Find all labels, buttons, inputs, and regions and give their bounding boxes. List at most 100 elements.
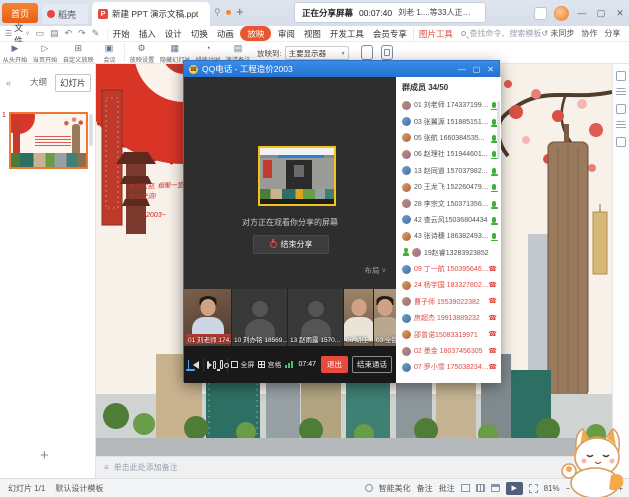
member-row[interactable]: 43 张诗穗 1863824938... bbox=[396, 228, 501, 244]
camera-icon[interactable] bbox=[207, 361, 209, 369]
member-scrollbar[interactable] bbox=[497, 101, 500, 159]
layout-dropdown[interactable]: 布局 ˅ bbox=[365, 265, 386, 276]
document-tab[interactable]: P 新建 PPT 演示文稿.ppt bbox=[92, 2, 210, 26]
member-row[interactable]: 01 刘老师 1743371999... bbox=[396, 97, 501, 113]
help-pane-icon[interactable] bbox=[616, 137, 626, 147]
member-row[interactable]: 07 罗小雪 1750382346...☎ bbox=[396, 359, 501, 375]
sync-status[interactable]: ↺ 未同步 bbox=[541, 28, 574, 39]
member-row[interactable]: 13 赵同道 157037982... bbox=[396, 163, 501, 179]
new-tab-button[interactable]: + bbox=[236, 4, 244, 19]
notes-toggle[interactable]: 备注 bbox=[417, 483, 433, 494]
undo-icon[interactable]: ↶ bbox=[65, 28, 73, 39]
tab-member[interactable]: 会员专享 bbox=[368, 27, 411, 41]
docer-tab[interactable]: 稻壳 bbox=[42, 4, 88, 24]
member-row[interactable]: 24 杨宇国 1833278023...☎ bbox=[396, 277, 501, 293]
qq-maximize-button[interactable]: ▢ bbox=[473, 65, 481, 74]
tab-devtools[interactable]: 开发工具 bbox=[325, 27, 368, 41]
tab-picture-tools[interactable]: 图片工具 bbox=[413, 27, 457, 41]
minimize-button[interactable]: — bbox=[576, 8, 588, 18]
member-row[interactable]: 06 赵理社 151944601... bbox=[396, 146, 501, 162]
tab-design[interactable]: 设计 bbox=[160, 27, 186, 41]
screen-share-icon[interactable] bbox=[213, 361, 216, 369]
qq-minimize-button[interactable]: — bbox=[458, 65, 466, 74]
design-pane-icon[interactable] bbox=[616, 104, 626, 114]
member-row[interactable]: 42 查云风15036804434 bbox=[396, 212, 501, 228]
zoom-slider[interactable] bbox=[576, 488, 612, 489]
member-row[interactable]: 28 李宗文 1503713567... bbox=[396, 195, 501, 211]
phone-remote-button[interactable] bbox=[361, 45, 373, 60]
whiteboard-icon[interactable] bbox=[220, 360, 223, 369]
redo-icon[interactable]: ↷ bbox=[78, 28, 86, 39]
command-search[interactable]: 查找命令、搜索模板 bbox=[461, 28, 541, 39]
stop-share-button[interactable]: 结束分享 bbox=[253, 235, 329, 254]
tab-animation[interactable]: 动画 bbox=[212, 27, 238, 41]
member-row[interactable]: 20 王龙飞 1522604791... bbox=[396, 179, 501, 195]
member-row[interactable]: 05 张航 1660384535... bbox=[396, 130, 501, 146]
maximize-button[interactable]: ▢ bbox=[595, 8, 607, 19]
fullscreen-button[interactable]: 全屏 bbox=[231, 360, 254, 370]
user-avatar[interactable] bbox=[554, 6, 569, 21]
comments-toggle[interactable]: 批注 bbox=[439, 483, 455, 494]
tab-insert[interactable]: 插入 bbox=[134, 27, 160, 41]
speech-record-button[interactable] bbox=[381, 45, 393, 60]
video-tile[interactable]: 06 胡佳... bbox=[343, 289, 373, 346]
video-tile[interactable]: 10 刘办铭 18569... bbox=[231, 289, 287, 346]
animation-pane-icon[interactable] bbox=[616, 88, 626, 97]
beautify-label[interactable]: 智能美化 bbox=[379, 483, 411, 494]
play-slideshow-button[interactable]: ▶ bbox=[506, 482, 523, 495]
member-row[interactable]: 房超杰 19913889232☎ bbox=[396, 310, 501, 326]
fit-page-icon[interactable] bbox=[529, 484, 538, 493]
slide-thumbnail[interactable] bbox=[9, 112, 88, 169]
qq-titlebar[interactable]: ☎ QQ电话 - 工程造价2003 — ▢ ✕ bbox=[184, 61, 499, 77]
member-row[interactable]: 02 墨金 18037456305☎ bbox=[396, 343, 501, 359]
save-icon[interactable]: ▭ bbox=[36, 28, 45, 39]
speaker-icon[interactable] bbox=[193, 361, 199, 369]
tab-transition[interactable]: 切换 bbox=[186, 27, 212, 41]
add-slide-button[interactable]: + bbox=[40, 447, 49, 464]
pin-icon[interactable]: ⚲ bbox=[214, 7, 221, 18]
zoom-in-button[interactable]: + bbox=[618, 484, 623, 493]
collab-button[interactable]: 协作 bbox=[581, 28, 597, 39]
skin-icon[interactable] bbox=[534, 7, 547, 20]
properties-icon[interactable] bbox=[616, 71, 626, 81]
screen-share-banner[interactable]: 正在分享屏幕 00:07:40 刘老 1....等33人正在观看 bbox=[294, 2, 486, 23]
exit-button[interactable]: 退出 bbox=[321, 356, 348, 373]
play-from-current-button[interactable]: ▷当页开始 bbox=[30, 42, 60, 64]
end-call-button[interactable]: 结束通话 bbox=[352, 356, 392, 373]
print-icon[interactable]: ▤ bbox=[50, 28, 59, 39]
tab-slideshow[interactable]: 放映 bbox=[240, 26, 271, 41]
member-row[interactable]: 曹子师 15539022382☎ bbox=[396, 294, 501, 310]
show-settings-button[interactable]: ⚙放映设置 bbox=[127, 42, 157, 64]
slides-tab[interactable]: 幻灯片 bbox=[55, 74, 91, 92]
qq-call-window[interactable]: ☎ QQ电话 - 工程造价2003 — ▢ ✕ 对方正在观看你分享的屏幕 结束 bbox=[183, 60, 500, 382]
custom-show-button[interactable]: ⊞自定义放映 bbox=[60, 42, 97, 64]
normal-view-icon[interactable] bbox=[461, 484, 470, 492]
member-row[interactable]: 03 张翼源 1518851512... bbox=[396, 113, 501, 129]
outline-tab[interactable]: 大纲 bbox=[26, 74, 51, 92]
template-name[interactable]: 默认设计模板 bbox=[55, 483, 103, 494]
reading-view-icon[interactable] bbox=[491, 484, 500, 492]
video-tile[interactable]: 03 全甜... bbox=[373, 289, 396, 346]
display-select[interactable]: 主要显示器▾ bbox=[285, 46, 349, 60]
notes-bar[interactable]: ≡ 单击此处添加备注 bbox=[96, 456, 612, 478]
collapse-panel-icon[interactable]: « bbox=[6, 78, 11, 88]
tab-review[interactable]: 审阅 bbox=[273, 27, 299, 41]
tab-view[interactable]: 视图 bbox=[299, 27, 325, 41]
panel-scrollbar[interactable] bbox=[89, 114, 93, 146]
grid-view-button[interactable]: 宫格 bbox=[258, 360, 281, 370]
video-tile[interactable]: 01 刘老师 174... bbox=[184, 289, 231, 346]
qq-close-button[interactable]: ✕ bbox=[487, 65, 494, 74]
sorter-view-icon[interactable] bbox=[476, 484, 485, 492]
meeting-button[interactable]: ▣会议 bbox=[97, 42, 122, 64]
tab-start[interactable]: 开始 bbox=[108, 27, 134, 41]
microphone-icon[interactable] bbox=[188, 360, 189, 369]
video-tile[interactable]: 13 赵雨露 1570... bbox=[287, 289, 343, 346]
format-painter-icon[interactable]: ✎ bbox=[92, 28, 100, 39]
zoom-out-button[interactable]: − bbox=[566, 484, 571, 493]
beautify-icon[interactable] bbox=[365, 484, 373, 492]
member-row[interactable]: 19赵睿13283923852 bbox=[396, 245, 501, 261]
member-row[interactable]: 09 丁一航 1503956466...☎ bbox=[396, 261, 501, 277]
play-from-start-button[interactable]: ▶从头开始 bbox=[0, 42, 30, 64]
close-button[interactable]: ✕ bbox=[614, 8, 626, 19]
share-button[interactable]: 分享 bbox=[604, 28, 620, 39]
